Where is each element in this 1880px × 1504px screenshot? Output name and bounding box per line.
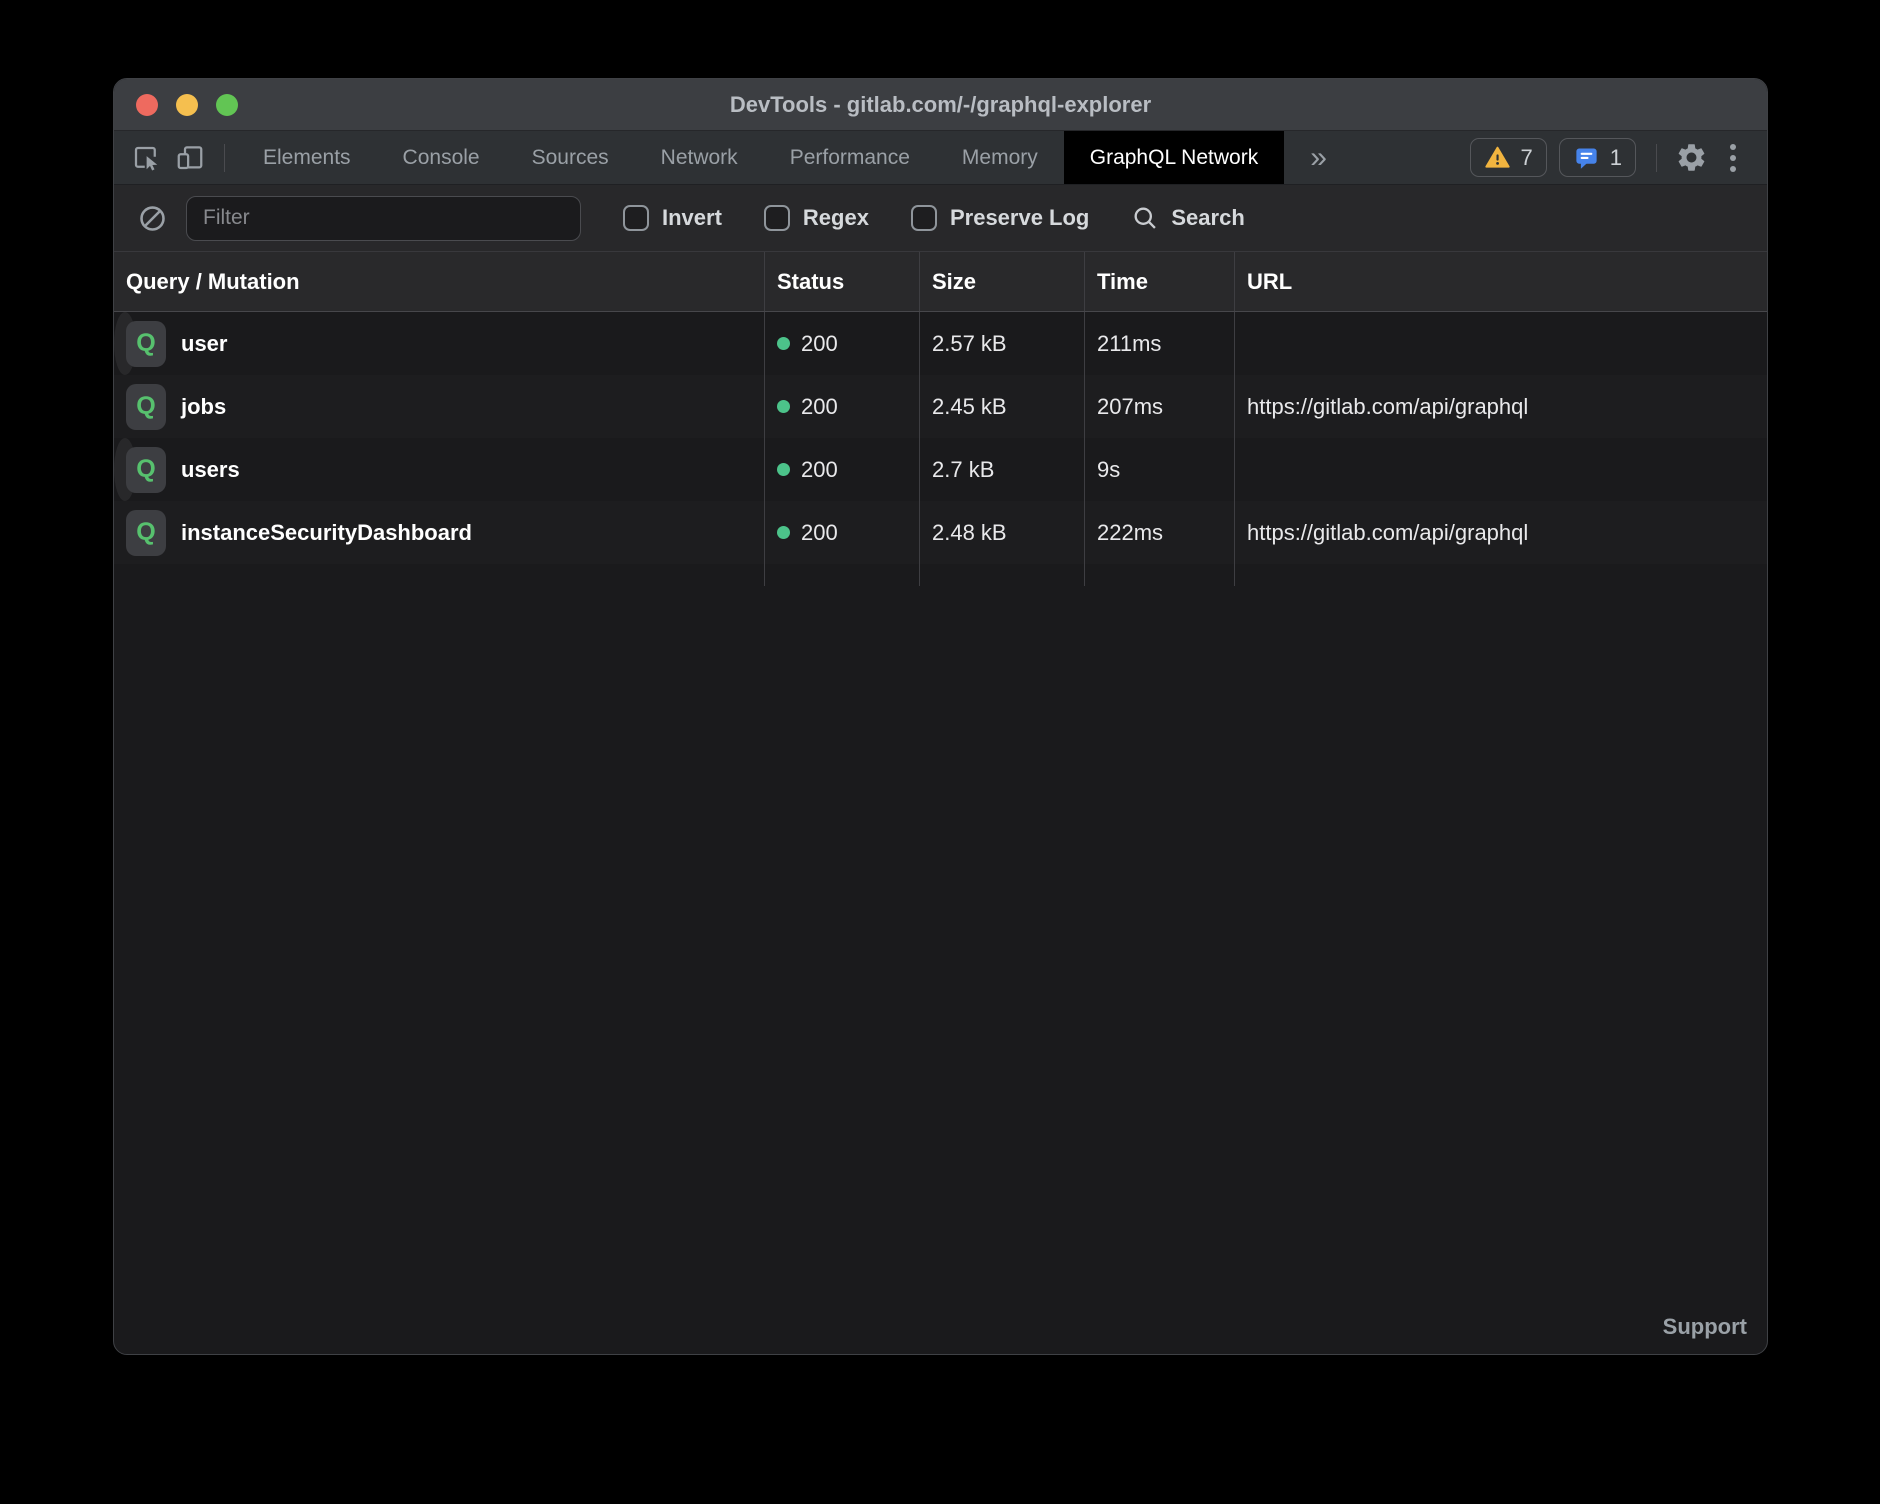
titlebar: DevTools - gitlab.com/-/graphql-explorer xyxy=(114,79,1767,131)
request-size: 2.45 kB xyxy=(932,394,1007,420)
query-type-badge: Q xyxy=(126,384,166,430)
column-divider-extension xyxy=(114,564,1767,586)
block-icon xyxy=(137,203,168,234)
request-size: 2.57 kB xyxy=(932,331,1007,357)
checkbox-regex[interactable]: Regex xyxy=(764,205,869,231)
minimize-window-button[interactable] xyxy=(176,94,198,116)
table-row[interactable]: Qusers2002.7 kB9shttps://gitlab.com/api/… xyxy=(114,438,136,501)
panel-tabs: ElementsConsoleSourcesNetworkPerformance… xyxy=(237,131,1284,184)
request-size: 2.7 kB xyxy=(932,457,994,483)
support-link[interactable]: Support xyxy=(1663,1314,1747,1340)
status-ok-dot xyxy=(777,463,790,476)
status-code: 200 xyxy=(801,520,838,546)
kebab-dot xyxy=(1730,166,1736,172)
tab-graphql-network[interactable]: GraphQL Network xyxy=(1064,131,1284,184)
tabbar-right-separator xyxy=(1656,144,1657,172)
filter-toolbar: Invert Regex Preserve Log Search xyxy=(114,185,1767,252)
status-ok-dot xyxy=(777,400,790,413)
checkbox-box[interactable] xyxy=(764,205,790,231)
tabbar-separator xyxy=(224,144,225,172)
request-list: Quser 200 2.57 kB 211ms https://gitlab.com/a… xyxy=(114,312,1767,564)
status-code: 200 xyxy=(801,331,838,357)
more-options-button[interactable] xyxy=(1713,131,1753,184)
column-header-url[interactable]: URL xyxy=(1234,252,1767,311)
devtools-tabbar: ElementsConsoleSourcesNetworkPerformance… xyxy=(114,131,1767,185)
request-size: 2.48 kB xyxy=(932,520,1007,546)
column-header-status[interactable]: Status xyxy=(764,252,919,311)
tab-sources[interactable]: Sources xyxy=(506,131,635,184)
message-icon xyxy=(1573,144,1600,171)
table-row[interactable]: QinstanceSecurityDashboard 200 2.48 kB 222m… xyxy=(114,501,1767,564)
query-name: users xyxy=(181,457,240,483)
checkbox-box[interactable] xyxy=(911,205,937,231)
search-label: Search xyxy=(1171,205,1244,231)
column-header-query-mutation[interactable]: Query / Mutation xyxy=(114,252,764,311)
panel-body: Support xyxy=(114,586,1767,1354)
warning-icon xyxy=(1484,144,1511,171)
column-header-time[interactable]: Time xyxy=(1084,252,1234,311)
checkbox-label: Preserve Log xyxy=(950,205,1089,231)
column-header-size[interactable]: Size xyxy=(919,252,1084,311)
checkbox-invert[interactable]: Invert xyxy=(623,205,722,231)
tab-console[interactable]: Console xyxy=(377,131,506,184)
issues-badge-button[interactable]: 1 xyxy=(1559,138,1636,177)
gear-icon xyxy=(1675,141,1708,174)
status-code: 200 xyxy=(801,394,838,420)
device-toolbar-button[interactable] xyxy=(168,131,212,184)
query-name: user xyxy=(181,331,227,357)
devtools-window: DevTools - gitlab.com/-/graphql-explorer… xyxy=(113,78,1768,1355)
query-type-badge: Q xyxy=(126,510,166,556)
search-icon xyxy=(1131,204,1159,232)
request-time: 207ms xyxy=(1097,394,1163,420)
tab-elements[interactable]: Elements xyxy=(237,131,377,184)
request-time: 222ms xyxy=(1097,520,1163,546)
warnings-count: 7 xyxy=(1521,145,1533,171)
warnings-badge-button[interactable]: 7 xyxy=(1470,138,1547,177)
tab-performance[interactable]: Performance xyxy=(764,131,936,184)
device-toolbar-icon xyxy=(175,143,205,173)
zoom-window-button[interactable] xyxy=(216,94,238,116)
filter-checkboxes: Invert Regex Preserve Log xyxy=(581,205,1089,231)
query-type-badge: Q xyxy=(126,447,166,493)
checkbox-label: Regex xyxy=(803,205,869,231)
checkbox-box[interactable] xyxy=(623,205,649,231)
status-ok-dot xyxy=(777,526,790,539)
request-time: 9s xyxy=(1097,457,1120,483)
inspect-cursor-icon xyxy=(131,143,161,173)
request-url: https://gitlab.com/api/graphql xyxy=(1247,394,1528,420)
kebab-dot xyxy=(1730,144,1736,150)
more-tabs-button[interactable]: » xyxy=(1284,131,1353,184)
query-name: jobs xyxy=(181,394,226,420)
query-type-badge: Q xyxy=(126,321,166,367)
traffic-lights xyxy=(136,94,238,116)
table-row[interactable]: Qjobs 200 2.45 kB 207ms https://gitlab.com/a… xyxy=(114,375,1767,438)
inspect-element-button[interactable] xyxy=(124,131,168,184)
status-badges: 7 1 xyxy=(1470,131,1637,184)
status-ok-dot xyxy=(777,337,790,350)
table-header: Query / Mutation Status Size Time URL xyxy=(114,252,1767,312)
issues-count: 1 xyxy=(1610,145,1622,171)
table-row[interactable]: Quser2002.57 kB211mshttps://gitlab.com/a… xyxy=(114,312,136,375)
checkbox-preserve-log[interactable]: Preserve Log xyxy=(911,205,1089,231)
window-title: DevTools - gitlab.com/-/graphql-explorer xyxy=(114,92,1767,118)
tab-memory[interactable]: Memory xyxy=(936,131,1064,184)
tab-network[interactable]: Network xyxy=(635,131,764,184)
query-name: instanceSecurityDashboard xyxy=(181,520,472,546)
filter-input[interactable] xyxy=(186,196,581,241)
close-window-button[interactable] xyxy=(136,94,158,116)
kebab-dot xyxy=(1730,155,1736,161)
checkbox-label: Invert xyxy=(662,205,722,231)
settings-button[interactable] xyxy=(1669,131,1713,184)
search-toggle[interactable]: Search xyxy=(1131,204,1244,232)
clear-button[interactable] xyxy=(132,203,172,234)
request-time: 211ms xyxy=(1097,331,1161,357)
request-url: https://gitlab.com/api/graphql xyxy=(1247,520,1528,546)
status-code: 200 xyxy=(801,457,838,483)
